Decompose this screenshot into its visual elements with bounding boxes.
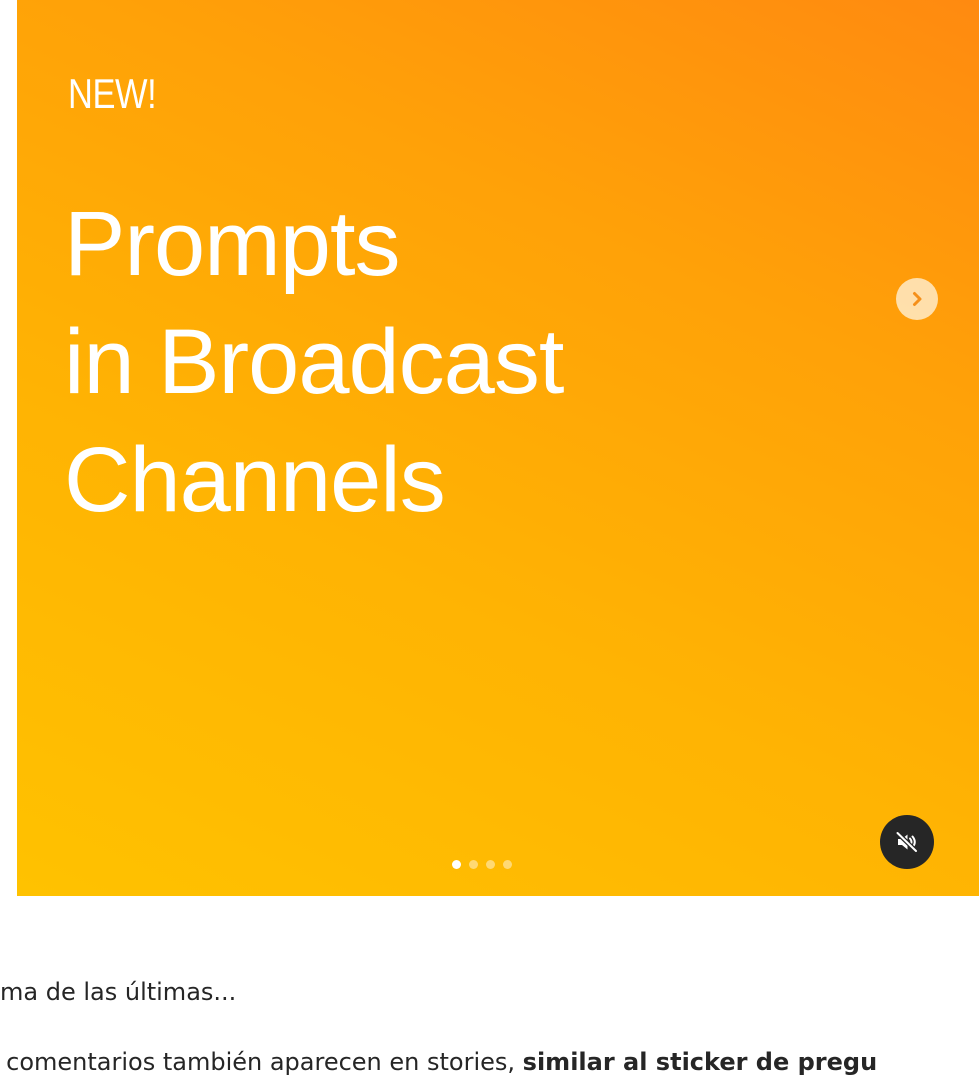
audio-mute-toggle[interactable]: [880, 815, 934, 869]
carousel-indicator: [452, 860, 512, 869]
caption-text-line-2: s comentarios también aparecen en storie…: [0, 1048, 877, 1076]
new-badge-text: NEW!: [68, 70, 157, 117]
carousel-dot-3: [486, 860, 495, 869]
carousel-next-button[interactable]: [896, 278, 938, 320]
chevron-right-icon: [913, 292, 922, 306]
headline-line-2: in Broadcast: [64, 311, 564, 413]
caption-bold-text: similar al sticker de pregu: [522, 1048, 878, 1076]
speaker-muted-icon: [895, 830, 919, 854]
headline-line-1: Prompts: [64, 193, 401, 295]
carousel-dot-1: [452, 860, 461, 869]
slide-headline: Prompts in Broadcast Channels: [64, 185, 564, 539]
carousel-dot-4: [503, 860, 512, 869]
headline-line-3: Channels: [64, 429, 446, 531]
caption-regular-text: s comentarios también aparecen en storie…: [0, 1048, 523, 1076]
post-media-carousel[interactable]: NEW! Prompts in Broadcast Channels: [17, 0, 979, 896]
caption-text-line-1: ma de las últimas...: [0, 978, 237, 1006]
carousel-dot-2: [469, 860, 478, 869]
